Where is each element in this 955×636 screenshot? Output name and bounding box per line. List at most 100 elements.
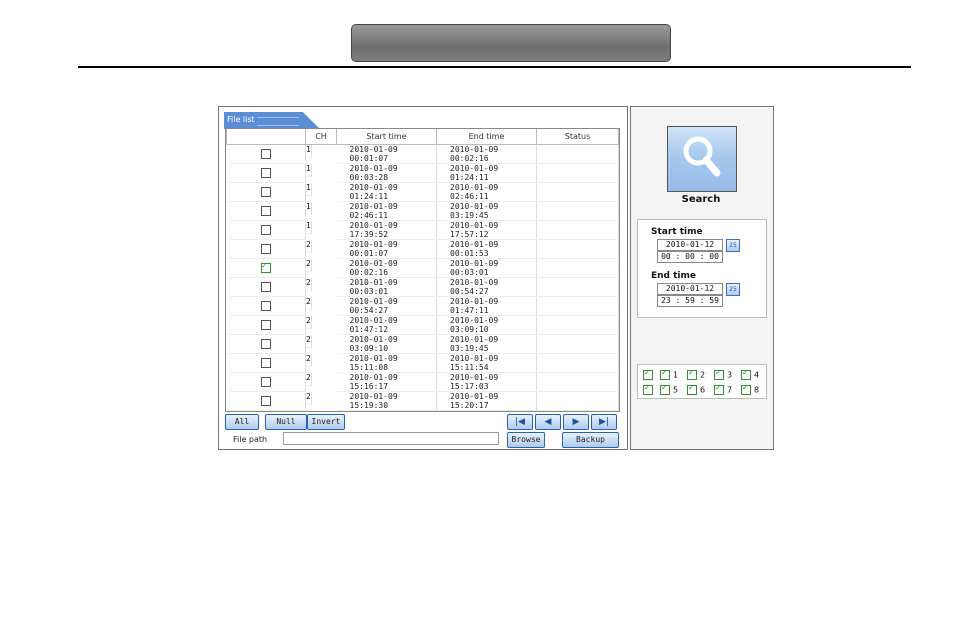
row-checkbox-cell[interactable] [226,353,306,373]
row-checkbox-cell[interactable] [226,277,306,297]
checkbox-icon[interactable] [643,383,653,395]
row-end-time: 2010-01-09 00:01:53 [436,239,537,259]
checkbox-icon[interactable] [714,383,724,395]
checkbox-icon[interactable] [687,368,697,380]
row-checkbox[interactable] [260,187,271,197]
channel-checkbox-6[interactable]: 6 [687,383,705,395]
end-date-field[interactable]: 2010-01-12 [657,283,723,295]
table-row[interactable]: 1 2010-01-09 00:03:28 2010-01-09 01:24:11 [226,163,619,183]
tab-file-list[interactable]: File list [224,112,320,129]
channel-checkbox-7[interactable]: 7 [714,383,732,395]
row-checkbox[interactable] [260,339,271,349]
row-status [536,391,619,411]
row-checkbox-cell[interactable] [226,201,306,221]
row-checkbox-cell[interactable] [226,296,306,316]
table-row[interactable]: 1 2010-01-09 01:24:11 2010-01-09 02:46:11 [226,182,619,202]
table-row[interactable]: 2 2010-01-09 03:09:10 2010-01-09 03:19:45 [226,334,619,354]
channel-checkbox-5[interactable]: 5 [660,383,678,395]
table-row[interactable]: 1 2010-01-09 00:01:07 2010-01-09 00:02:16 [226,144,619,164]
checkbox-icon[interactable] [714,368,724,380]
checkbox-icon[interactable] [660,368,670,380]
table-row[interactable]: 2 2010-01-09 15:11:08 2010-01-09 15:11:54 [226,353,619,373]
table-row[interactable]: 2 2010-01-09 00:02:162010-01-09 00:03:01 [226,258,619,278]
table-row[interactable]: 1 2010-01-09 02:46:11 2010-01-09 03:19:45 [226,201,619,221]
table-row[interactable]: 2 2010-01-09 15:16:17 2010-01-09 15:17:03 [226,372,619,392]
table-row[interactable]: 2 2010-01-09 00:03:01 2010-01-09 00:54:27 [226,277,619,297]
row-checkbox[interactable] [260,358,271,368]
row-channel: 1 [306,163,312,177]
row-checkbox[interactable] [260,168,271,178]
table-row[interactable]: 2 2010-01-09 15:21:542010-01-09 15:22:41 [226,410,619,411]
select-null-button[interactable]: Null [265,414,307,430]
row-checkbox[interactable] [260,149,271,159]
first-page-button[interactable]: |◀ [507,414,533,430]
start-time-field[interactable]: 00 : 00 : 00 [657,251,723,263]
backup-button[interactable]: Backup [562,432,619,448]
row-checkbox[interactable] [260,320,271,330]
prev-page-button[interactable]: ◀ [535,414,561,430]
checkbox-icon[interactable] [741,368,751,380]
row-checkbox[interactable] [260,396,271,406]
checkbox-icon[interactable] [660,383,670,395]
row-checkbox[interactable] [260,301,271,311]
end-time-field[interactable]: 23 : 59 : 59 [657,295,723,307]
row-channel: 2 [306,296,312,310]
column-header-ch[interactable]: CH [305,129,337,145]
next-page-button[interactable]: ▶ [563,414,589,430]
row-checkbox-cell[interactable] [226,163,306,183]
row-checkbox[interactable] [260,261,271,273]
end-calendar-button[interactable]: 25 [726,283,740,296]
checkbox-icon[interactable] [643,368,653,380]
row-end-time: 2010-01-09 01:24:11 [436,163,537,183]
row-checkbox-cell[interactable] [226,315,306,335]
table-header-row: CH Start time End time Status [226,129,619,145]
checkbox-icon[interactable] [687,383,697,395]
file-list-panel: File list CH Start time End time Status … [218,106,628,450]
invert-selection-button[interactable]: Invert [307,414,345,430]
table-row[interactable]: 1 2010-01-09 17:39:52 2010-01-09 17:57:12 [226,220,619,240]
all-channels-checkbox-row2[interactable] [643,383,656,395]
row-checkbox[interactable] [260,377,271,387]
row-checkbox-cell[interactable] [226,391,306,411]
search-label: Search [681,194,721,205]
all-channels-checkbox[interactable] [643,368,656,380]
row-checkbox[interactable] [260,206,271,216]
browse-button[interactable]: Browse [507,432,545,448]
row-checkbox-cell[interactable] [226,258,306,278]
row-checkbox[interactable] [260,244,271,254]
row-status [536,315,619,335]
row-checkbox-cell[interactable] [226,410,306,411]
file-list-table[interactable]: CH Start time End time Status 1 2010-01-0… [225,128,620,412]
row-checkbox[interactable] [260,282,271,292]
row-checkbox-cell[interactable] [226,220,306,240]
column-header-status[interactable]: Status [536,129,619,145]
row-checkbox-cell[interactable] [226,182,306,202]
checkbox-icon[interactable] [741,383,751,395]
file-path-input[interactable] [283,432,499,445]
channel-checkbox-8[interactable]: 8 [741,383,759,395]
row-end-time: 2010-01-09 15:11:54 [436,353,537,373]
table-row[interactable]: 2 2010-01-09 15:19:30 2010-01-09 15:20:17 [226,391,619,411]
row-status [536,182,619,202]
search-button[interactable] [667,126,737,192]
last-page-button[interactable]: ▶| [591,414,617,430]
row-checkbox-cell[interactable] [226,144,306,164]
channel-checkbox-2[interactable]: 2 [687,368,705,380]
table-row[interactable]: 2 2010-01-09 00:54:27 2010-01-09 01:47:11 [226,296,619,316]
table-row[interactable]: 2 2010-01-09 01:47:12 2010-01-09 03:09:10 [226,315,619,335]
row-checkbox-cell[interactable] [226,372,306,392]
channel-checkbox-3[interactable]: 3 [714,368,732,380]
row-checkbox-cell[interactable] [226,239,306,259]
channel-checkbox-1[interactable]: 1 [660,368,678,380]
select-all-button[interactable]: All [225,414,259,430]
column-header-end-time[interactable]: End time [436,129,537,145]
column-header-start-time[interactable]: Start time [336,129,437,145]
row-checkbox-cell[interactable] [226,334,306,354]
row-start-time: 2010-01-09 15:21:54 [336,410,437,411]
table-row[interactable]: 2 2010-01-09 00:01:07 2010-01-09 00:01:53 [226,239,619,259]
start-date-field[interactable]: 2010-01-12 [657,239,723,251]
row-checkbox[interactable] [260,225,271,235]
channel-checkbox-4[interactable]: 4 [741,368,759,380]
row-end-time: 2010-01-09 02:46:11 [436,182,537,202]
start-calendar-button[interactable]: 25 [726,239,740,252]
